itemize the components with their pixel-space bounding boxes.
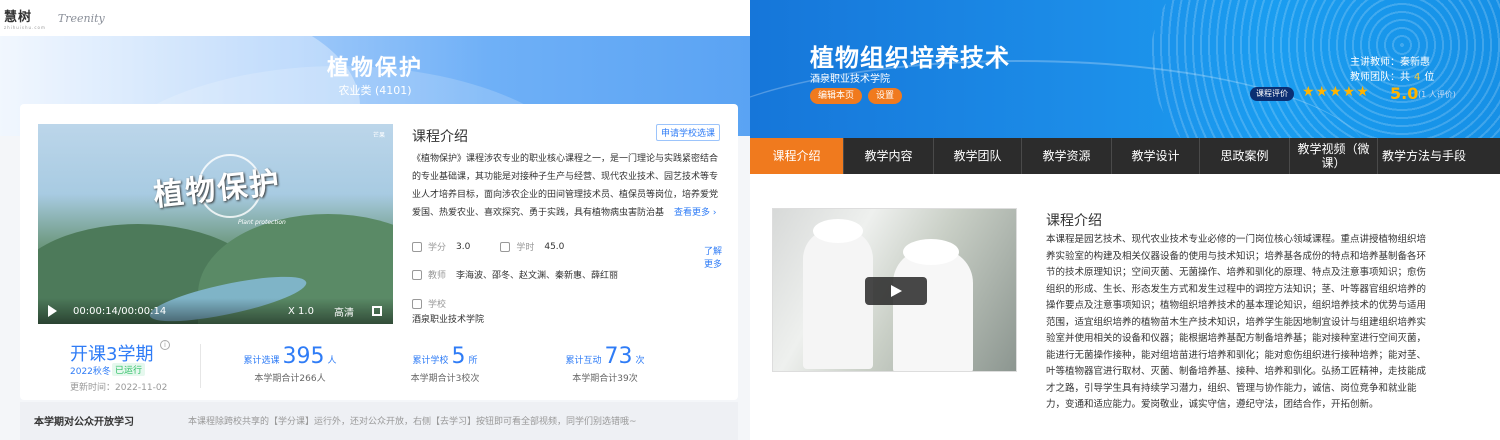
rating-count: (1 人评价) xyxy=(1418,90,1456,99)
teachers-row: 教师 李海波、邵冬、赵文渊、秦新惠、薛红丽 xyxy=(412,268,648,281)
stat-unit: 次 xyxy=(635,356,645,366)
teacher-team: 教师团队：共 4 位 xyxy=(1350,68,1434,83)
logo-domain: zhihuishu.com xyxy=(4,25,46,30)
tab-teaching-videos[interactable]: 教学视频（微课） xyxy=(1290,138,1378,174)
stat-value: 5 xyxy=(451,344,466,369)
intro-text: 本课程是园艺技术、现代农业技术专业必修的一门岗位核心领域课程。重点讲授植物组织培… xyxy=(1046,234,1427,410)
clock-icon xyxy=(500,241,511,252)
intro-heading: 课程介绍 xyxy=(412,129,468,145)
course-banner: 植物组织培养技术 酒泉职业技术学院 编辑本页 设置 主讲教师：秦新惠 教师团队：… xyxy=(750,0,1500,138)
school-value: 酒泉职业技术学院 xyxy=(412,315,485,325)
stat-label: 累计学校 xyxy=(412,356,449,366)
public-title: 本学期对公众开放学习 xyxy=(34,417,134,428)
rating-score: 5.0 xyxy=(1390,84,1419,103)
video-player[interactable]: 植物保护 Plant protection 芒果 00:00:14/00:00:… xyxy=(38,124,393,324)
credit-hours-row: 学分 3.0 学时 45.0 xyxy=(412,240,594,253)
video-player[interactable] xyxy=(772,208,1017,372)
stat-value: 73 xyxy=(604,344,633,369)
school-label: 学校 xyxy=(428,300,447,310)
stat-total-enrolled: 累计选课 395 人 本学期合计266人 xyxy=(215,344,365,384)
video-scene xyxy=(803,229,873,369)
edit-page-button[interactable]: 编辑本页 xyxy=(810,88,863,104)
update-time: 更新时间：2022-11-02 xyxy=(70,383,168,393)
site-logo[interactable]: 慧树 zhihuishu.com xyxy=(4,6,46,30)
status-badge: 已运行 xyxy=(112,363,146,376)
tab-teaching-methods[interactable]: 教学方法与手段 xyxy=(1378,138,1470,174)
fullscreen-icon[interactable] xyxy=(372,306,382,316)
video-controls: 00:00:14/00:00:14 X 1.0 高清 xyxy=(38,298,393,324)
speed-button[interactable]: X 1.0 xyxy=(288,306,314,317)
stat-value: 395 xyxy=(282,344,325,369)
credit-value: 3.0 xyxy=(456,241,471,252)
page-title: 植物组织培养技术 xyxy=(810,44,1010,72)
school-icon xyxy=(412,298,422,309)
stat-sub: 本学期合计266人 xyxy=(254,374,326,384)
video-scene xyxy=(903,239,959,265)
info-icon[interactable]: i xyxy=(160,340,170,350)
team-prefix: 教师团队：共 xyxy=(1350,72,1410,83)
stat-label: 累计互动 xyxy=(565,356,602,366)
hours-value: 45.0 xyxy=(544,241,565,252)
tab-ideology-cases[interactable]: 思政案例 xyxy=(1200,138,1290,174)
page-title: 植物保护 xyxy=(326,56,423,81)
public-desc: 本课程除跨校共享的【学分课】运行外，还对公众开放，右侧【去学习】按钮即可看全部视… xyxy=(188,417,637,427)
video-scene xyxy=(813,219,863,243)
stat-total-interactions: 累计互动 73 次 本学期合计39次 xyxy=(530,344,680,384)
apply-course-button[interactable]: 申请学校选课 xyxy=(656,124,721,141)
play-button[interactable] xyxy=(865,277,927,305)
divider xyxy=(200,344,201,388)
course-nav: 课程介绍 教学内容 教学团队 教学资源 教学设计 思政案例 教学视频（微课） 教… xyxy=(750,138,1500,174)
stat-total-schools: 累计学校 5 所 本学期合计3校次 xyxy=(370,344,520,384)
course-card: 植物保护 Plant protection 芒果 00:00:14/00:00:… xyxy=(20,104,738,400)
semester-term: 2022秋冬 xyxy=(70,367,111,377)
tab-teaching-resources[interactable]: 教学资源 xyxy=(1022,138,1112,174)
course-evaluation-button[interactable]: 课程评价 xyxy=(1250,87,1294,101)
course-category: 农业类 (4101) xyxy=(338,84,412,97)
treenity-logo[interactable]: Treenity xyxy=(58,12,105,25)
lead-teacher: 主讲教师：秦新惠 xyxy=(1350,57,1430,68)
public-study-bar: 本学期对公众开放学习 本课程除跨校共享的【学分课】运行外，还对公众开放，右侧【去… xyxy=(20,402,738,440)
teachers-value: 李海波、邵冬、赵文渊、秦新惠、薛红丽 xyxy=(456,271,619,281)
learn-more-button[interactable]: 了解更多 xyxy=(700,246,726,280)
stat-unit: 所 xyxy=(468,356,478,366)
view-more-link[interactable]: 查看更多 › xyxy=(670,205,717,218)
left-course-page: 慧树 zhihuishu.com Treenity 植物保护 农业类 (4101… xyxy=(0,0,750,440)
credit-icon xyxy=(412,241,422,252)
right-course-page: 植物组织培养技术 酒泉职业技术学院 编辑本页 设置 主讲教师：秦新惠 教师团队：… xyxy=(750,0,1500,440)
teachers-label: 教师 xyxy=(428,271,447,281)
video-watermark: 芒果 xyxy=(372,132,385,139)
quality-button[interactable]: 高清 xyxy=(334,304,354,319)
settings-button[interactable]: 设置 xyxy=(868,88,903,104)
team-count: 4 xyxy=(1414,72,1421,83)
logo-text: 慧树 xyxy=(4,10,33,25)
video-scene xyxy=(893,249,973,371)
top-bar: 慧树 zhihuishu.com Treenity xyxy=(0,0,750,36)
teacher-icon xyxy=(412,269,422,280)
stat-sub: 本学期合计3校次 xyxy=(410,374,480,384)
tab-teaching-design[interactable]: 教学设计 xyxy=(1112,138,1200,174)
rating-stars: ★★★★★ xyxy=(1302,84,1370,100)
tab-teaching-content[interactable]: 教学内容 xyxy=(844,138,934,174)
intro-heading: 课程介绍 xyxy=(1046,213,1102,229)
video-time: 00:00:14/00:00:14 xyxy=(73,305,167,317)
video-calligraphy: 植物保护 xyxy=(151,165,283,214)
team-suffix: 位 xyxy=(1424,72,1435,83)
school-name: 酒泉职业技术学院 xyxy=(810,74,890,85)
hours-label: 学时 xyxy=(516,243,535,253)
video-calligraphy-sub: Plant protection xyxy=(238,219,286,226)
play-icon xyxy=(891,285,902,297)
stat-label: 累计选课 xyxy=(243,356,280,366)
play-icon[interactable] xyxy=(48,305,57,317)
tab-teaching-team[interactable]: 教学团队 xyxy=(934,138,1022,174)
stat-sub: 本学期合计39次 xyxy=(572,374,638,384)
credit-label: 学分 xyxy=(428,243,447,253)
school-row: 学校 xyxy=(412,297,456,310)
tab-course-intro[interactable]: 课程介绍 xyxy=(750,138,844,174)
stat-unit: 人 xyxy=(327,356,337,366)
